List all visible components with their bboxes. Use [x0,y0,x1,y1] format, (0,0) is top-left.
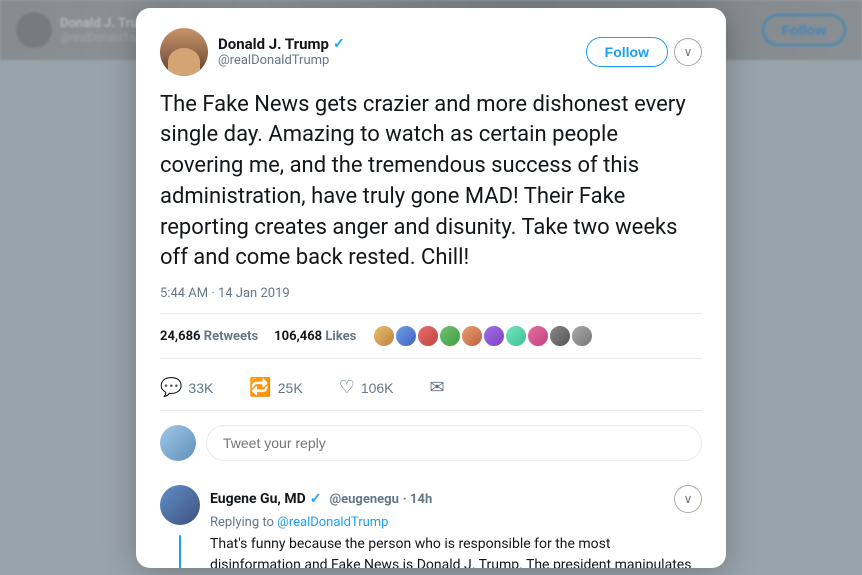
tweet-author: Donald J. Trump ✓ @realDonaldTrump [160,28,345,76]
mail-icon: ✉ [430,377,445,398]
comment-author-name-row: Eugene Gu, MD ✓ @eugenegu · 14h [210,491,432,507]
chevron-down-icon: ∨ [684,45,693,59]
retweet-icon: 🔁 [249,377,271,398]
retweets-count: 24,686 [160,329,201,344]
likes-stat: 106,468 Likes [274,329,356,344]
follow-button[interactable]: Follow [586,37,668,67]
comment-body: Eugene Gu, MD ✓ @eugenegu · 14h ∨ Replyi… [210,485,702,567]
comment-handle: @eugenegu [329,492,398,507]
comment-chevron-icon: ∨ [684,492,693,506]
avatar-inner [160,28,208,76]
reply-to-line: Replying to @realDonaldTrump [210,515,702,530]
comment-time: · 14h [403,492,432,507]
tweet-header: Donald J. Trump ✓ @realDonaldTrump Follo… [160,28,702,76]
avatar-face [168,48,200,76]
comment-chevron-button[interactable]: ∨ [674,485,702,513]
tweet-modal: Donald J. Trump ✓ @realDonaldTrump Follo… [136,8,726,568]
like-count: 106K [361,380,394,396]
reply-icon: 💬 [160,377,182,398]
chevron-button[interactable]: ∨ [674,38,702,66]
liker-avatar-10 [570,324,594,348]
comment-left [160,485,200,567]
heart-icon: ♡ [339,377,355,398]
reply-action[interactable]: 💬 33K [160,377,213,398]
liker-avatar-7 [504,324,528,348]
liker-avatars [372,324,594,348]
liker-avatar-8 [526,324,550,348]
verified-badge: ✓ [333,36,345,52]
tweet-body: The Fake News gets crazier and more dish… [160,90,702,275]
tweet-timestamp: 5:44 AM · 14 Jan 2019 [160,286,702,301]
reply-input[interactable] [206,425,702,461]
modal-overlay: Donald J. Trump ✓ @realDonaldTrump Follo… [0,0,862,575]
liker-avatar-9 [548,324,572,348]
author-handle: @realDonaldTrump [218,53,345,68]
reply-to-label: Replying to [210,515,274,530]
reply-box [160,425,702,461]
author-info: Donald J. Trump ✓ @realDonaldTrump [218,35,345,68]
comment-author-avatar [160,485,200,525]
author-display-name: Donald J. Trump [218,35,329,53]
liker-avatar-3 [416,324,440,348]
like-action[interactable]: ♡ 106K [339,377,394,398]
retweet-count: 25K [278,380,303,396]
liker-avatar-1 [372,324,396,348]
retweets-stat: 24,686 Retweets [160,329,258,344]
stats-row: 24,686 Retweets 106,468 Likes [160,313,702,359]
mail-action[interactable]: ✉ [430,377,445,398]
comment-text: That's funny because the person who is r… [210,534,702,567]
follow-area: Follow ∨ [586,37,702,67]
liker-avatar-4 [438,324,462,348]
liker-avatar-6 [482,324,506,348]
liker-avatar-5 [460,324,484,348]
author-name-row: Donald J. Trump ✓ [218,35,345,53]
blue-line [179,535,181,567]
retweet-action[interactable]: 🔁 25K [249,377,302,398]
reply-user-avatar [160,425,196,461]
liker-avatar-2 [394,324,418,348]
comment-verified-badge: ✓ [310,491,322,507]
reply-to-handle[interactable]: @realDonaldTrump [277,515,388,530]
likes-count: 106,468 [274,329,322,344]
retweets-label: Retweets [204,329,258,344]
comment-section: Eugene Gu, MD ✓ @eugenegu · 14h ∨ Replyi… [160,475,702,567]
reply-count: 33K [188,380,213,396]
comment-header: Eugene Gu, MD ✓ @eugenegu · 14h ∨ [210,485,702,513]
comment-author-name: Eugene Gu, MD [210,491,306,507]
author-avatar [160,28,208,76]
action-row: 💬 33K 🔁 25K ♡ 106K ✉ [160,369,702,411]
likes-label: Likes [325,329,356,344]
